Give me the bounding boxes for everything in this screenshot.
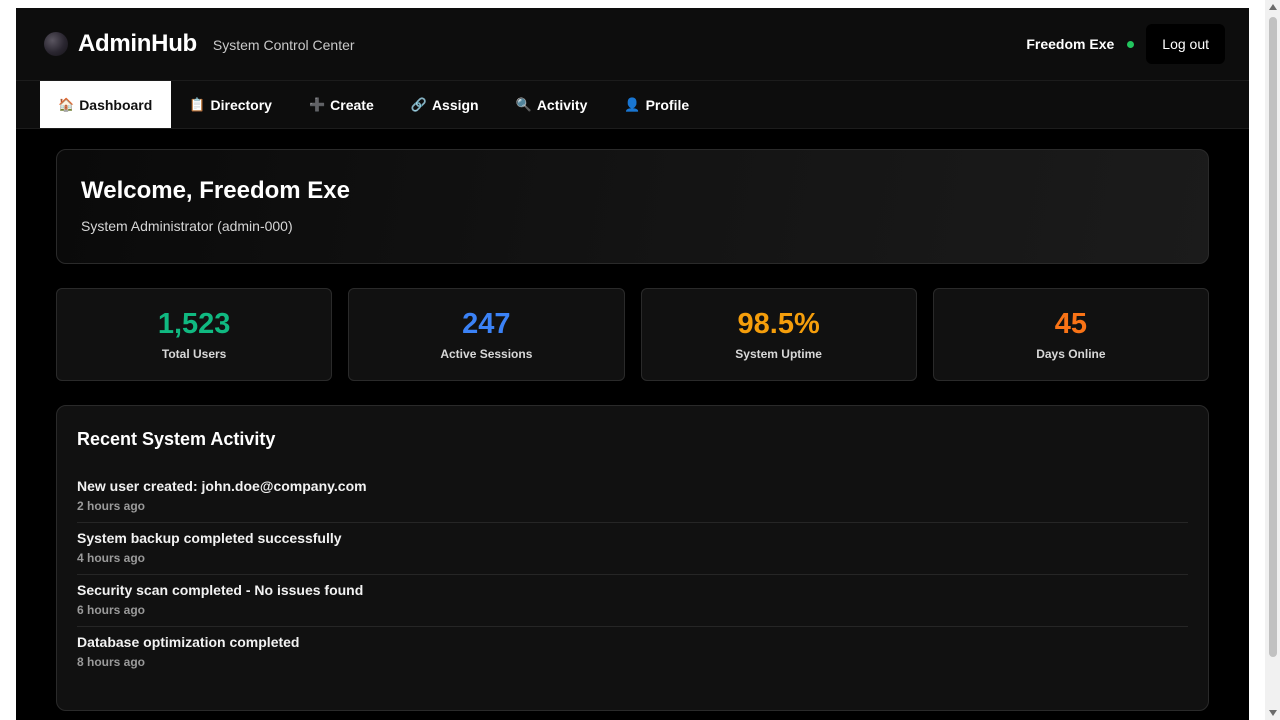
activity-time: 8 hours ago bbox=[77, 655, 146, 669]
main-nav: 🏠 Dashboard 📋 Directory ➕ Create 🔗 Assig… bbox=[16, 81, 1249, 129]
stat-label: System Uptime bbox=[735, 346, 822, 361]
tab-activity[interactable]: 🔍 Activity bbox=[498, 81, 607, 128]
activity-text: System backup completed successfully bbox=[77, 530, 342, 546]
stat-label: Days Online bbox=[1036, 346, 1106, 361]
stat-label: Total Users bbox=[161, 346, 227, 361]
stat-card-active-sessions: 247 Active Sessions bbox=[348, 288, 625, 381]
top-header: AdminHub System Control Center Freedom E… bbox=[16, 8, 1249, 81]
activity-title: Recent System Activity bbox=[77, 429, 276, 449]
stat-value: 98.5% bbox=[737, 308, 820, 340]
tab-label: Profile bbox=[645, 96, 690, 113]
activity-item: Security scan completed - No issues foun… bbox=[77, 575, 1188, 627]
tab-directory[interactable]: 📋 Directory bbox=[171, 81, 291, 128]
stats-row: 1,523 Total Users 247 Active Sessions 98… bbox=[56, 288, 1209, 381]
home-icon: 🏠 bbox=[58, 96, 75, 112]
recent-activity-panel: Recent System Activity New user created:… bbox=[56, 405, 1209, 711]
activity-time: 4 hours ago bbox=[77, 551, 146, 565]
tab-label: Directory bbox=[210, 96, 272, 113]
tab-dashboard[interactable]: 🏠 Dashboard bbox=[40, 81, 172, 128]
activity-text: Security scan completed - No issues foun… bbox=[77, 582, 364, 598]
tab-create[interactable]: ➕ Create bbox=[291, 81, 393, 128]
welcome-card: Welcome, Freedom Exe System Administrato… bbox=[56, 149, 1209, 264]
profile-icon: 👤 bbox=[624, 96, 641, 112]
stat-card-days-online: 45 Days Online bbox=[932, 288, 1209, 381]
tab-label: Create bbox=[330, 96, 374, 113]
stat-value: 45 bbox=[1054, 308, 1087, 340]
brand-title: AdminHub bbox=[78, 30, 197, 57]
tab-label: Activity bbox=[536, 96, 588, 113]
link-icon: 🔗 bbox=[410, 96, 427, 112]
online-status-icon bbox=[1127, 40, 1135, 48]
welcome-role: System Administrator (admin-000) bbox=[81, 218, 293, 234]
main-content: Welcome, Freedom Exe System Administrato… bbox=[16, 129, 1249, 711]
scroll-down-icon[interactable] bbox=[1269, 710, 1277, 716]
tab-assign[interactable]: 🔗 Assign bbox=[393, 81, 498, 128]
stat-value: 1,523 bbox=[157, 308, 231, 340]
activity-item: New user created: john.doe@company.com 2… bbox=[77, 471, 1188, 523]
activity-item: Database optimization completed 8 hours … bbox=[77, 627, 1188, 678]
tab-label: Dashboard bbox=[79, 96, 153, 113]
stat-card-system-uptime: 98.5% System Uptime bbox=[640, 288, 917, 381]
activity-time: 6 hours ago bbox=[77, 603, 146, 617]
stat-label: Active Sessions bbox=[440, 346, 533, 361]
activity-time: 2 hours ago bbox=[77, 499, 146, 513]
activity-text: New user created: john.doe@company.com bbox=[77, 478, 367, 494]
app-window: AdminHub System Control Center Freedom E… bbox=[16, 8, 1249, 720]
activity-icon: 🔍 bbox=[515, 96, 532, 112]
scroll-up-icon[interactable] bbox=[1269, 4, 1277, 10]
stat-card-total-users: 1,523 Total Users bbox=[56, 288, 333, 381]
activity-text: Database optimization completed bbox=[77, 634, 300, 650]
scroll-thumb[interactable] bbox=[1269, 17, 1277, 657]
page-scrollbar[interactable] bbox=[1265, 0, 1280, 720]
welcome-title: Welcome, Freedom Exe bbox=[81, 177, 350, 204]
tab-profile[interactable]: 👤 Profile bbox=[606, 81, 708, 128]
header-user-area: Freedom Exe Log out bbox=[1026, 24, 1225, 64]
directory-icon: 📋 bbox=[189, 96, 206, 112]
activity-item: System backup completed successfully 4 h… bbox=[77, 523, 1188, 575]
current-user-name: Freedom Exe bbox=[1026, 36, 1115, 52]
logo-icon bbox=[44, 32, 68, 56]
plus-icon: ➕ bbox=[308, 96, 326, 112]
logout-button[interactable]: Log out bbox=[1146, 24, 1225, 64]
brand-subtitle: System Control Center bbox=[212, 37, 355, 53]
tab-label: Assign bbox=[431, 96, 479, 113]
stat-value: 247 bbox=[462, 308, 511, 340]
